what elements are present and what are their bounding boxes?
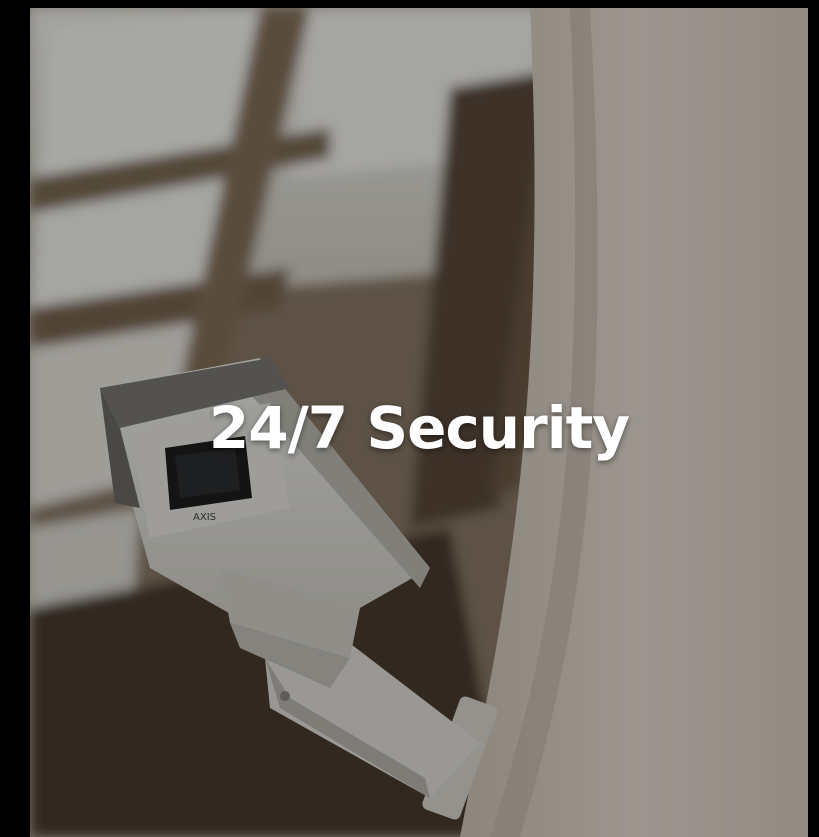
banner-title: 24/7 Security [208, 394, 630, 462]
security-banner-card: AXIS 24/7 Security [30, 8, 808, 837]
